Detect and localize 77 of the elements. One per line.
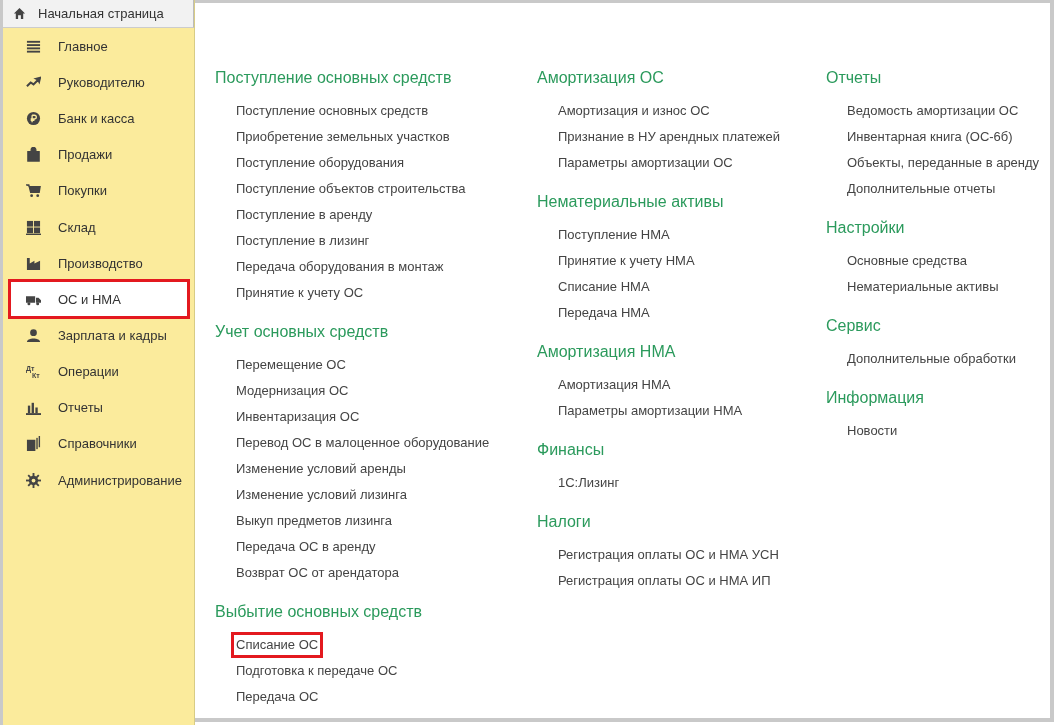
menu-link[interactable]: Принятие к учету НМА — [553, 248, 700, 274]
sidebar-item[interactable]: Администрирование — [8, 462, 190, 499]
menu-link[interactable]: Регистрация оплаты ОС и НМА УСН — [553, 542, 784, 568]
list-icon — [25, 38, 41, 54]
menu-link[interactable]: Инвентаризация ОС — [231, 404, 365, 430]
sidebar-item[interactable]: Руководителю — [8, 64, 190, 101]
section-heading: Информация — [826, 388, 925, 408]
sidebar-item[interactable]: Зарплата и кадры — [8, 317, 190, 354]
section-heading: Амортизация ОС — [537, 68, 665, 88]
section-heading: Отчеты — [826, 68, 883, 88]
menu-link[interactable]: Поступление в аренду — [231, 202, 378, 228]
section-heading: Учет основных средств — [215, 322, 390, 342]
menu-link[interactable]: Подготовка к передаче ОС — [231, 658, 403, 684]
menu-link[interactable]: Приобретение земельных участков — [231, 124, 455, 150]
menu-link[interactable]: Возврат ОС от арендатора — [231, 560, 404, 586]
menu-link[interactable]: Поступление оборудования — [231, 150, 410, 176]
factory-icon — [25, 255, 41, 271]
section-heading: Нематериальные активы — [537, 192, 725, 212]
menu-link[interactable]: Признание в НУ арендных платежей — [553, 124, 785, 150]
section-heading: Амортизация НМА — [537, 342, 677, 362]
menu-link[interactable]: Дополнительные отчеты — [842, 176, 1001, 202]
menu-link[interactable]: Перевод ОС в малоценное оборудование — [231, 430, 495, 456]
section-heading: Сервис — [826, 316, 882, 336]
sidebar-item[interactable]: Отчеты — [8, 389, 190, 426]
sidebar-item[interactable]: Справочники — [8, 425, 190, 463]
section-heading: Поступление основных средств — [215, 68, 453, 88]
menu-link[interactable]: Нематериальные активы — [842, 274, 1004, 300]
menu-link[interactable]: Списание ОС — [231, 632, 324, 658]
menu-link[interactable]: Регистрация оплаты ОС и НМА ИП — [553, 568, 776, 594]
person-icon — [25, 327, 41, 343]
sidebar-item[interactable]: Производство — [8, 245, 190, 282]
home-icon — [13, 7, 26, 20]
menu-link[interactable]: Передача НМА — [553, 300, 655, 326]
home-tab[interactable]: Начальная страница — [3, 0, 194, 28]
menu-link[interactable]: Выкуп предметов лизинга — [231, 508, 398, 534]
menu-link[interactable]: Списание НМА — [553, 274, 655, 300]
menu-link[interactable]: Передача ОС — [231, 684, 324, 710]
menu-link[interactable]: Поступление в лизинг — [231, 228, 375, 254]
menu-link[interactable]: Изменение условий лизинга — [231, 482, 412, 508]
sidebar-item[interactable]: Покупки — [8, 172, 190, 209]
menu-link[interactable]: Принятие к учету ОС — [231, 280, 369, 306]
gear-icon — [25, 472, 41, 488]
menu-link[interactable]: Поступление НМА — [553, 222, 675, 248]
section-heading: Финансы — [537, 440, 606, 460]
menu-link[interactable]: Объекты, переданные в аренду — [842, 150, 1045, 176]
sidebar-item[interactable]: Склад — [8, 208, 190, 246]
menu-link[interactable]: Основные средства — [842, 248, 972, 274]
shopping-bag-icon — [25, 147, 41, 163]
sidebar-item[interactable]: Главное — [8, 28, 190, 65]
section-heading: Выбытие основных средств — [215, 602, 423, 622]
menu-link[interactable]: Передача ОС в аренду — [231, 534, 381, 560]
menu-link[interactable]: Инвентарная книга (ОС-6б) — [842, 124, 1018, 150]
trend-chart-icon — [25, 74, 41, 90]
menu-link[interactable]: Амортизация и износ ОС — [553, 98, 715, 124]
menu-link[interactable]: Модернизация ОС — [231, 378, 354, 404]
menu-link[interactable]: Ведомость амортизации ОС — [842, 98, 1024, 124]
menu-link[interactable]: Изменение условий аренды — [231, 456, 411, 482]
bar-chart-icon — [25, 400, 41, 416]
menu-link[interactable]: Перемещение ОС — [231, 352, 351, 378]
sidebar-item[interactable]: Продажи — [8, 136, 190, 173]
cart-icon — [25, 183, 41, 199]
menu-link[interactable]: Поступление основных средств — [231, 98, 434, 124]
grid-icon — [25, 219, 41, 235]
menu-link[interactable]: Параметры амортизации ОС — [553, 150, 738, 176]
menu-link[interactable]: Амортизация НМА — [553, 372, 676, 398]
sidebar-item[interactable]: Банк и касса — [8, 100, 190, 137]
menu-link[interactable]: Дополнительные обработки — [842, 346, 1021, 372]
menu-link[interactable]: Параметры амортизации НМА — [553, 398, 748, 424]
books-icon — [25, 436, 41, 452]
section-heading: Настройки — [826, 218, 906, 238]
menu-link[interactable]: Передача оборудования в монтаж — [231, 254, 449, 280]
menu-link[interactable]: Новости — [842, 418, 903, 444]
ruble-coin-icon — [25, 110, 41, 126]
menu-link[interactable]: Поступление объектов строительства — [231, 176, 471, 202]
section-heading: Налоги — [537, 512, 592, 532]
menu-link[interactable]: 1С:Лизинг — [553, 470, 625, 496]
sidebar-item[interactable]: ОС и НМА — [8, 279, 190, 320]
